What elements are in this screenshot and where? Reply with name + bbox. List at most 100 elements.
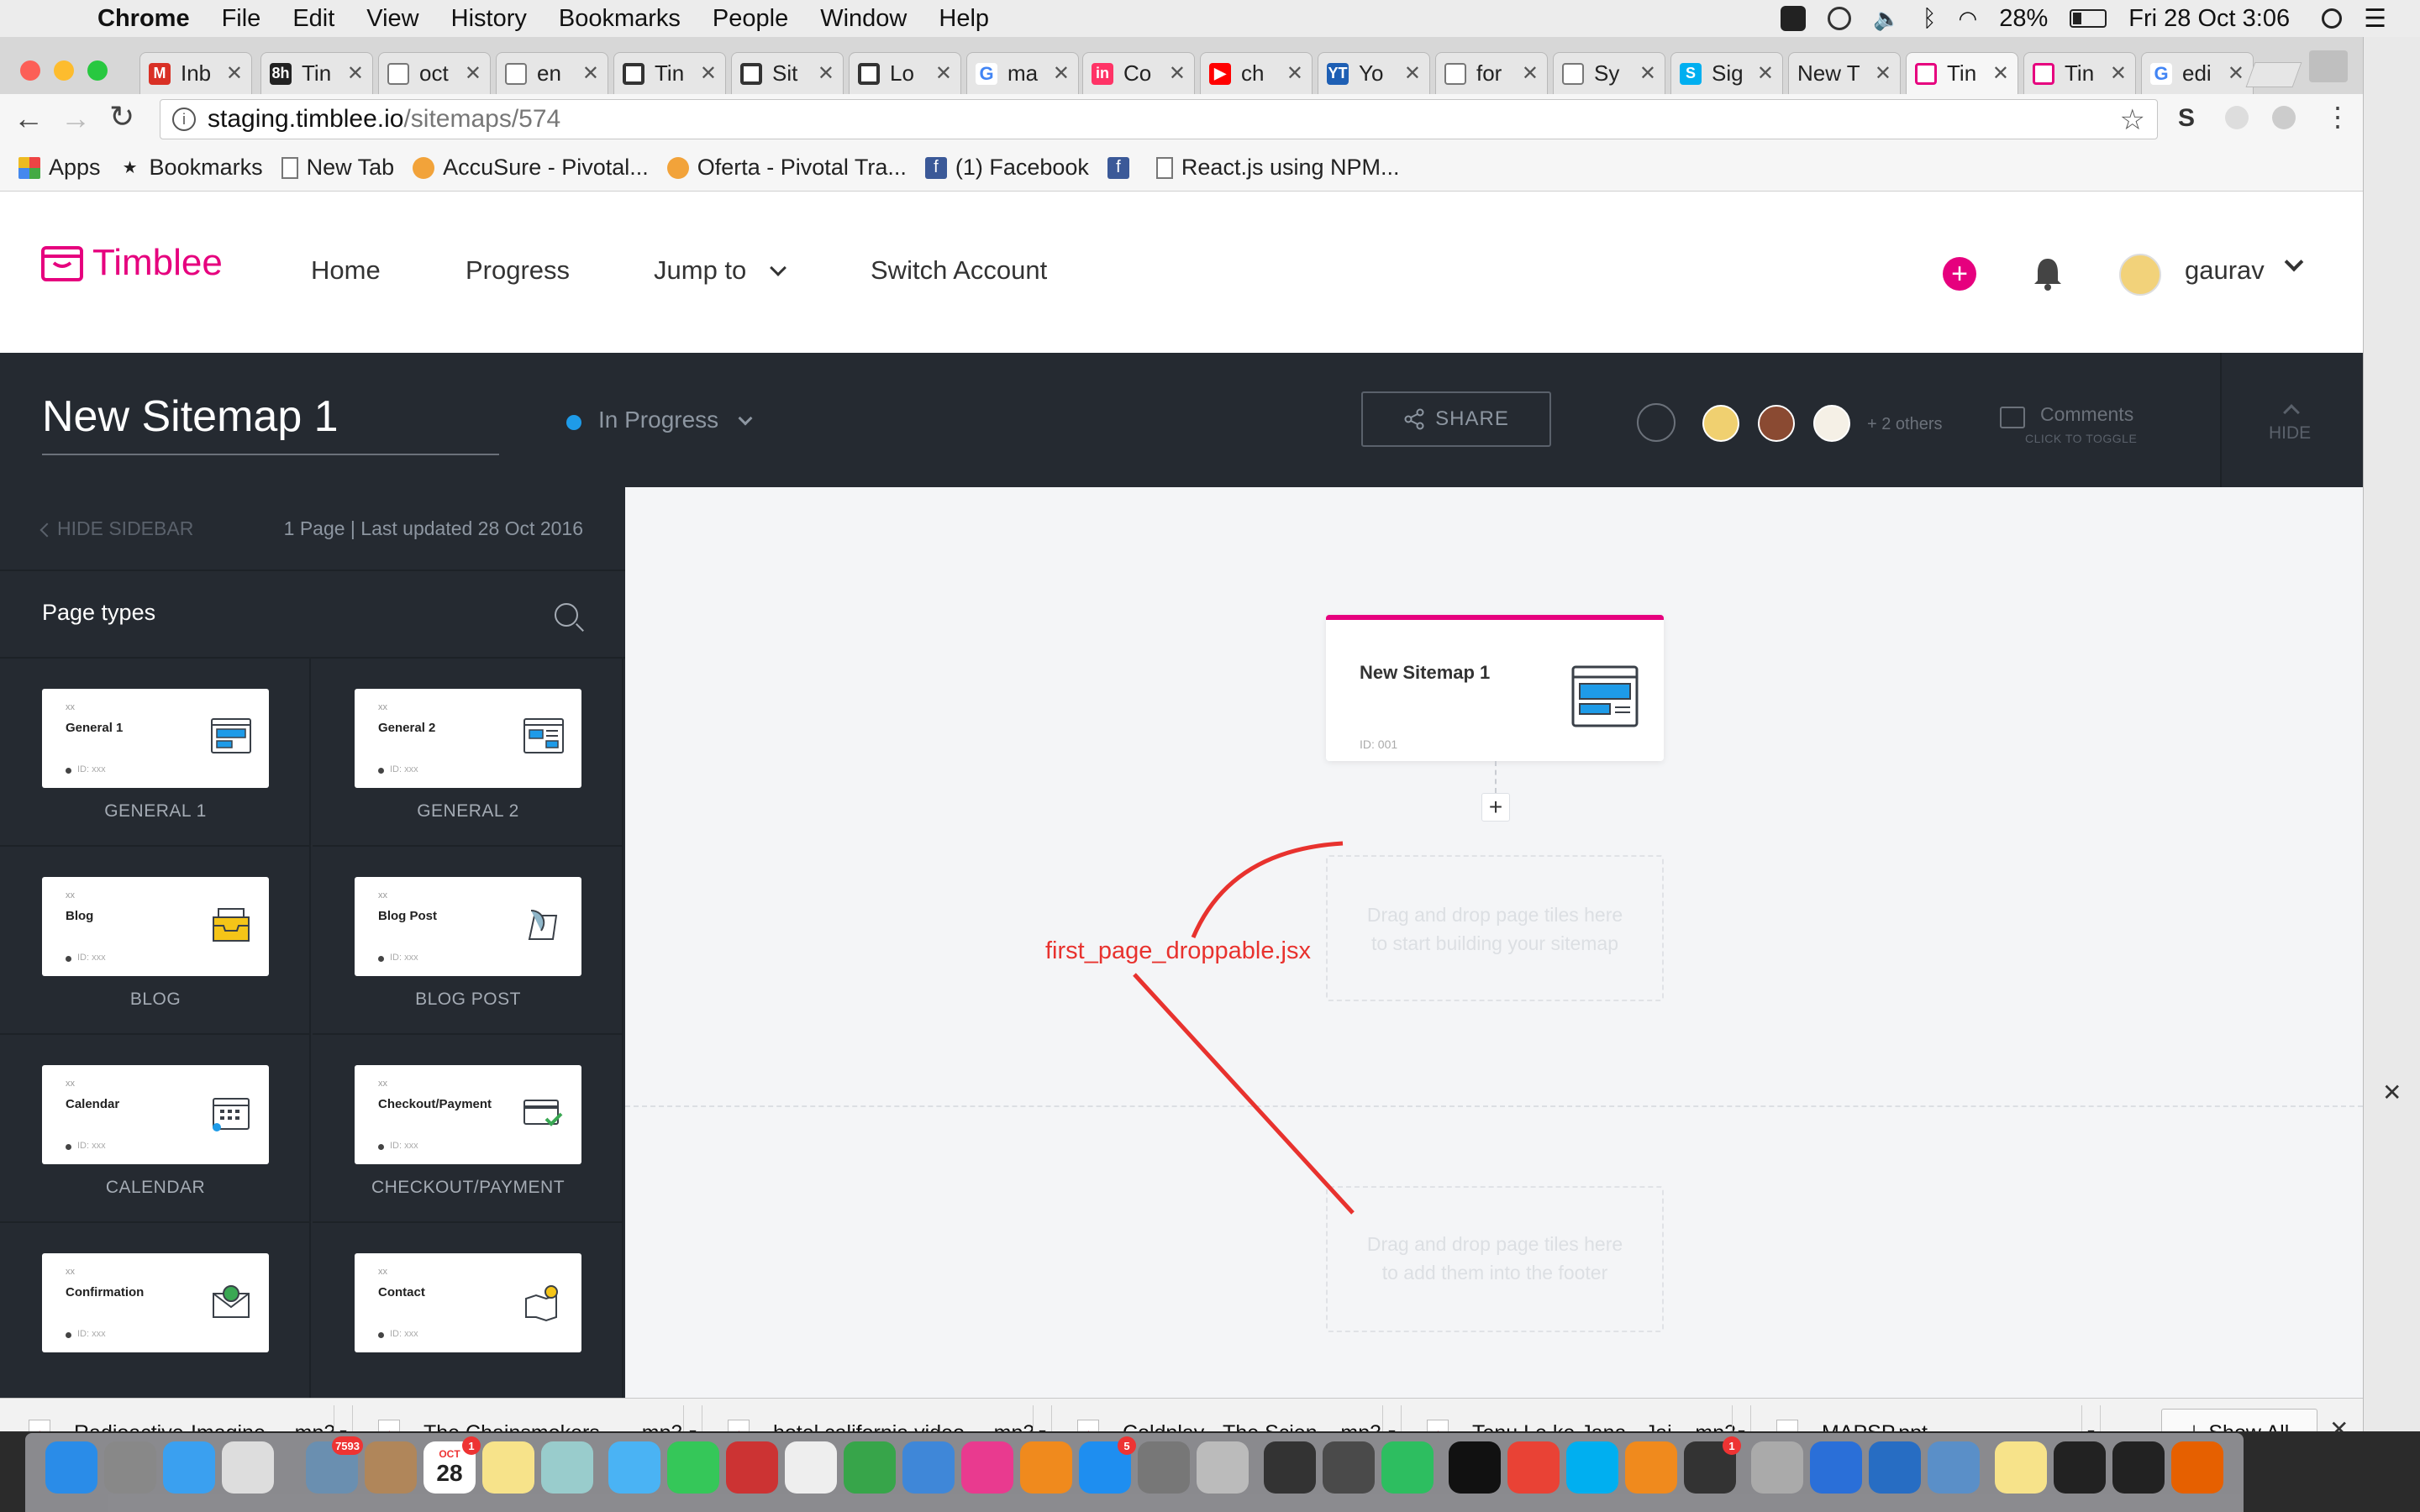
messages-icon[interactable] [608, 1441, 660, 1494]
page-type-card[interactable]: xx General 2 ID: xxx [355, 689, 581, 788]
tab-close-icon[interactable]: ✕ [465, 61, 481, 86]
download-menu-caret-icon[interactable]: ▾ [334, 1405, 352, 1431]
collaborator-avatar-1[interactable] [1702, 405, 1739, 442]
user-avatar[interactable] [2119, 254, 2161, 296]
download-menu-caret-icon[interactable]: ▾ [1033, 1405, 1051, 1431]
new-tab-button[interactable] [2245, 62, 2302, 87]
download-menu-caret-icon[interactable]: ▾ [683, 1405, 702, 1431]
skype-icon[interactable] [1566, 1441, 1618, 1494]
extension-react-icon[interactable] [2272, 106, 2296, 129]
tab-close-icon[interactable]: ✕ [1053, 61, 1070, 86]
tab-15[interactable]: Tin ✕ [1906, 52, 2018, 94]
tab-6[interactable]: Lo ✕ [849, 52, 961, 94]
add-new-button[interactable]: + [1943, 257, 1976, 291]
tab-close-icon[interactable]: ✕ [1169, 61, 1186, 86]
tab-close-icon[interactable]: ✕ [347, 61, 364, 86]
collaborator-avatar-2[interactable] [1758, 405, 1795, 442]
bluetooth-icon[interactable] [1810, 1441, 1862, 1494]
spotlight-search-icon[interactable] [2322, 8, 2343, 29]
nav-jump-to[interactable]: Jump to [654, 255, 786, 286]
bell-icon[interactable] [2032, 255, 2064, 292]
download-item[interactable]: ♪ hotel california video ....mp3▾ [706, 1405, 1052, 1431]
bookmark-6[interactable]: f [1107, 156, 1138, 179]
menu-window[interactable]: Window [820, 5, 907, 33]
download-menu-caret-icon[interactable]: ▾ [1382, 1405, 1401, 1431]
evernote-status-icon[interactable] [1781, 6, 1807, 31]
help-icon[interactable] [1197, 1441, 1249, 1494]
evernote-icon[interactable] [1381, 1441, 1434, 1494]
bookmark-3[interactable]: AccuSure - Pivotal... [413, 155, 649, 181]
photos-icon[interactable]: 7593 [306, 1436, 363, 1494]
menu-history[interactable]: History [451, 5, 527, 33]
download-item[interactable]: MAPSP.ppt ▾ [1754, 1405, 2101, 1431]
tab-13[interactable]: S Sig ✕ [1670, 52, 1783, 94]
tab-4[interactable]: Tin ✕ [613, 52, 726, 94]
comments-icon[interactable] [2000, 407, 2025, 428]
collaborator-avatar-3[interactable] [1813, 405, 1850, 442]
tab-close-icon[interactable]: ✕ [1286, 61, 1303, 86]
bookmark-1[interactable]: ★ Bookmarks [119, 155, 263, 181]
bookmark-4[interactable]: Oferta - Pivotal Tra... [666, 155, 907, 181]
info-icon[interactable]: i [172, 108, 196, 131]
tab-close-icon[interactable]: ✕ [1639, 61, 1656, 86]
tab-close-icon[interactable]: ✕ [1875, 61, 1891, 86]
tab-close-icon[interactable]: ✕ [2228, 61, 2244, 86]
page-type-card[interactable]: xx Contact ID: xxx [355, 1253, 581, 1352]
page-type-item[interactable]: xx Blog ID: xxx BLOG [0, 847, 311, 1035]
page-type-item[interactable]: xx General 1 ID: xxx GENERAL 1 [0, 659, 311, 847]
nav-home[interactable]: Home [311, 255, 381, 286]
activity-monitor-icon[interactable] [2112, 1441, 2165, 1494]
tab-12[interactable]: Sy ✕ [1553, 52, 1665, 94]
menu-app-name[interactable]: Chrome [97, 5, 190, 33]
user-menu-chevron-icon[interactable] [2284, 252, 2304, 272]
hide-chevron-icon[interactable] [2283, 404, 2300, 421]
menu-edit[interactable]: Edit [292, 5, 334, 33]
extension-u-icon[interactable] [2225, 106, 2249, 129]
page-type-card[interactable]: xx Blog Post ID: xxx [355, 877, 581, 976]
r-studio-icon[interactable] [1928, 1441, 1980, 1494]
tab-2[interactable]: oct ✕ [378, 52, 491, 94]
tab-11[interactable]: for ✕ [1435, 52, 1548, 94]
comments-label[interactable]: Comments [2040, 403, 2133, 426]
download-menu-caret-icon[interactable]: ▾ [2081, 1405, 2100, 1431]
bookmark-2[interactable]: New Tab [281, 155, 394, 181]
page-type-item[interactable]: xx Calendar ID: xxx CALENDAR [0, 1035, 311, 1223]
stickies-icon[interactable] [1995, 1441, 2047, 1494]
wifi-icon[interactable]: ◠ [1959, 6, 1978, 32]
appstore-icon[interactable]: 5 [1079, 1436, 1136, 1494]
tab-close-icon[interactable]: ✕ [1404, 61, 1421, 86]
contacts-icon[interactable] [365, 1441, 417, 1494]
tab-close-icon[interactable]: ✕ [582, 61, 599, 86]
bookmark-5[interactable]: f (1) Facebook [924, 155, 1089, 181]
tab-close-icon[interactable]: ✕ [700, 61, 717, 86]
page-type-item[interactable]: xx Checkout/Payment ID: xxx CHECKOUT/PAYMEN… [313, 1035, 623, 1223]
page-type-card[interactable]: xx Confirmation ID: xxx [42, 1253, 269, 1352]
page-type-item[interactable]: xx Confirmation ID: xxx [0, 1223, 311, 1398]
tab-5[interactable]: Sit ✕ [731, 52, 844, 94]
tab-close-icon[interactable]: ✕ [226, 61, 243, 86]
page-type-card[interactable]: xx Checkout/Payment ID: xxx [355, 1065, 581, 1164]
photo-booth-icon[interactable] [726, 1441, 778, 1494]
chrome-menu-icon[interactable]: ⋮ [2324, 101, 2351, 133]
page-type-item[interactable]: xx Contact ID: xxx [313, 1223, 623, 1398]
reload-icon[interactable]: ↻ [109, 99, 134, 134]
terminal-icon[interactable] [1449, 1441, 1501, 1494]
nfs-game-icon[interactable] [1264, 1441, 1316, 1494]
close-window-button[interactable] [20, 60, 40, 81]
itunes-icon[interactable] [961, 1441, 1013, 1494]
zoom-window-button[interactable] [87, 60, 108, 81]
address-bar[interactable]: i staging.timblee.io/sitemaps/574 ☆ [160, 99, 2158, 139]
app-grid-icon[interactable] [222, 1441, 274, 1494]
status-dropdown[interactable]: In Progress [598, 407, 753, 433]
safari-icon[interactable] [163, 1441, 215, 1494]
extension-s-icon[interactable]: S [2178, 104, 2195, 133]
nav-progress[interactable]: Progress [466, 255, 570, 286]
download-item[interactable]: ♪ Tenu Le ke Jana - Jai....mp3▾ [1405, 1405, 1751, 1431]
menu-view[interactable]: View [366, 5, 418, 33]
hide-label[interactable]: HIDE [2269, 423, 2311, 444]
system-prefs-icon[interactable] [1138, 1441, 1190, 1494]
facetime-icon[interactable] [667, 1441, 719, 1494]
vlc-icon[interactable] [1625, 1441, 1677, 1494]
page-type-item[interactable]: xx General 2 ID: xxx GENERAL 2 [313, 659, 623, 847]
tab-7[interactable]: Gma ✕ [966, 52, 1079, 94]
